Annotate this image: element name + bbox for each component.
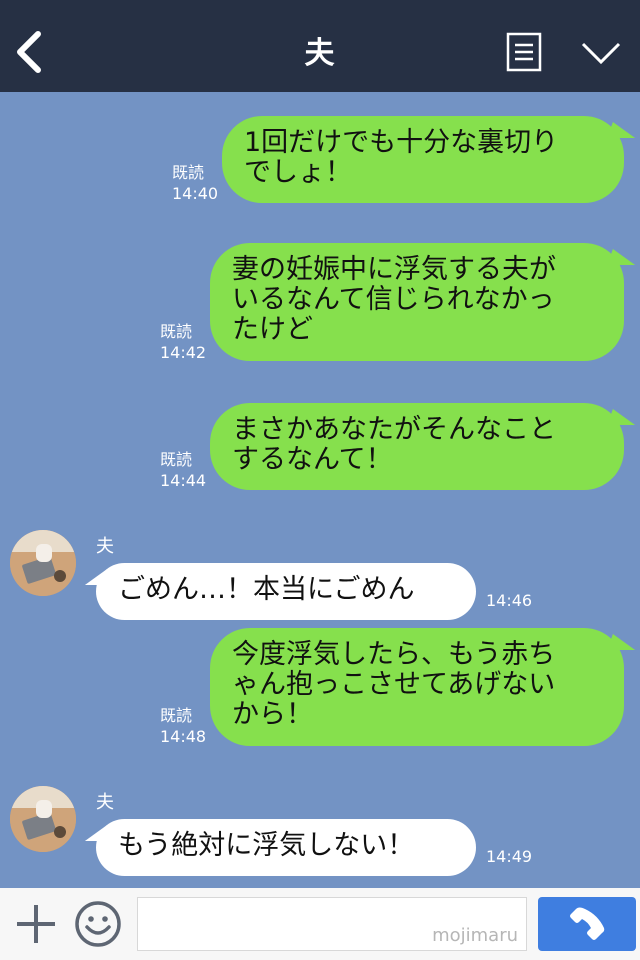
bubble-tail — [607, 122, 640, 138]
message-meta: 既読 14:48 — [160, 705, 206, 747]
message-meta: 既読 14:40 — [172, 162, 218, 204]
avatar[interactable] — [10, 786, 76, 852]
plus-icon[interactable] — [14, 902, 58, 946]
sender-name: 夫 — [96, 792, 114, 813]
sent-message-bubble[interactable]: 1回だけでも十分な裏切り でしょ！ — [222, 116, 640, 203]
phone-icon — [570, 907, 605, 940]
message-time: 14:49 — [486, 847, 533, 866]
chat-header: 夫 — [0, 0, 640, 92]
avatar-photo-icon — [10, 530, 76, 596]
message-time: 14:46 — [486, 591, 533, 610]
message-meta: 既読 14:42 — [160, 321, 206, 363]
bubble-tail — [607, 249, 640, 265]
chevron-down-icon[interactable] — [580, 40, 622, 66]
sent-message-bubble[interactable]: 妻の妊娠中に浮気する夫が いるなんて信じられなかっ たけど — [210, 243, 640, 361]
read-receipt: 既読 — [172, 163, 205, 182]
emoji-icon[interactable] — [74, 900, 122, 948]
read-receipt: 既読 — [160, 322, 193, 341]
sent-message-bubble[interactable]: まさかあなたがそんなこと するなんて！ — [210, 403, 640, 490]
received-message-bubble[interactable]: もう絶対に浮気しない！ — [79, 819, 476, 876]
avatar-photo-icon — [10, 786, 76, 852]
message-input[interactable]: mojimaru — [137, 897, 527, 951]
message-time: 14:44 — [160, 471, 207, 490]
message-text: ごめん…！本当にごめん — [118, 574, 415, 605]
call-button[interactable] — [538, 897, 636, 951]
read-receipt: 既読 — [160, 450, 193, 469]
bubble-tail — [79, 569, 113, 585]
message-time: 14:48 — [160, 727, 207, 746]
avatar[interactable] — [10, 530, 76, 596]
message-time: 14:42 — [160, 343, 207, 362]
message-text: もう絶対に浮気しない！ — [118, 830, 415, 861]
read-receipt: 既読 — [160, 706, 193, 725]
message-meta: 既読 14:44 — [160, 449, 206, 491]
message-text: 1回だけでも十分な裏切り でしょ！ — [244, 127, 559, 188]
sender-name: 夫 — [96, 536, 114, 557]
message-text: 今度浮気したら、もう赤ち ゃん抱っこさせてあげない から！ — [232, 639, 556, 730]
sent-message-bubble[interactable]: 今度浮気したら、もう赤ち ゃん抱っこさせてあげない から！ — [210, 628, 640, 746]
message-time: 14:40 — [172, 184, 219, 203]
bubble-tail — [79, 825, 113, 841]
bubble-tail — [607, 634, 640, 650]
message-text: まさかあなたがそんなこと するなんて！ — [232, 414, 556, 475]
menu-icon[interactable] — [506, 32, 542, 72]
message-text: 妻の妊娠中に浮気する夫が いるなんて信じられなかっ たけど — [232, 254, 556, 345]
chat-title: 夫 — [304, 36, 336, 71]
bubble-tail — [607, 409, 640, 425]
watermark: mojimaru — [432, 925, 518, 946]
received-message-bubble[interactable]: ごめん…！本当にごめん — [79, 563, 476, 620]
